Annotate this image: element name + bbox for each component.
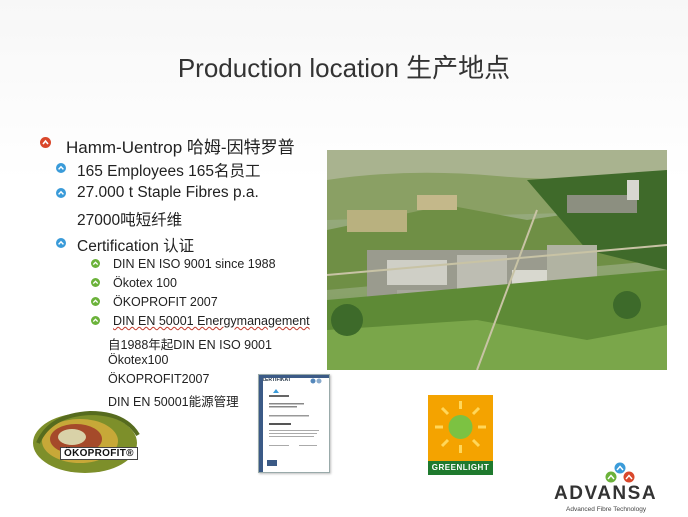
green-bullet-icon bbox=[91, 297, 100, 306]
blue-bullet-icon bbox=[56, 188, 66, 198]
location-heading: Hamm-Uentrop 哈姆-因特罗普 bbox=[66, 138, 295, 157]
greenlight-logo: GREENLIGHT bbox=[428, 395, 493, 475]
green-bullet-icon bbox=[91, 259, 100, 268]
cert-oekotex: Ökotex 100 bbox=[113, 276, 177, 290]
cert-iso9001: DIN EN ISO 9001 since 1988 bbox=[113, 257, 276, 271]
cn-line-oekoprofit: ÖKOPROFIT2007 bbox=[108, 372, 210, 386]
oekoprofit-label: ÖKOPROFIT® bbox=[60, 447, 138, 460]
certification-heading: Certification 认证 bbox=[77, 238, 195, 255]
advansa-tagline: Advanced Fibre Technology bbox=[566, 506, 647, 513]
advansa-mark-icon bbox=[600, 462, 640, 484]
advansa-wordmark: ADVANSA bbox=[554, 483, 658, 504]
employees-text: 165 Employees 165名员工 bbox=[77, 163, 261, 180]
blue-bullet-icon bbox=[56, 238, 66, 248]
red-bullet-icon bbox=[40, 137, 51, 148]
certificate-document: ZERTIFIKAT bbox=[258, 374, 330, 473]
cn-line-iso: 自1988年起DIN EN ISO 9001 bbox=[108, 338, 272, 352]
green-bullet-icon bbox=[91, 316, 100, 325]
blue-bullet-icon bbox=[56, 163, 66, 173]
cert-energymanagement: DIN EN 50001 Energymanagement bbox=[113, 314, 310, 328]
greenlight-label: GREENLIGHT bbox=[428, 461, 493, 475]
green-bullet-icon bbox=[91, 278, 100, 287]
fibres-text-cn: 27000吨短纤维 bbox=[77, 212, 183, 229]
slide-title: Production location 生产地点 bbox=[177, 53, 511, 83]
aerial-plant-photo bbox=[327, 150, 667, 370]
cert-oekoprofit: ÖKOPROFIT 2007 bbox=[113, 295, 218, 309]
fibres-text: 27.000 t Staple Fibres p.a. bbox=[77, 184, 259, 201]
oekoprofit-logo bbox=[30, 405, 170, 475]
cn-line-oekotex: Ökotex100 bbox=[108, 353, 169, 367]
